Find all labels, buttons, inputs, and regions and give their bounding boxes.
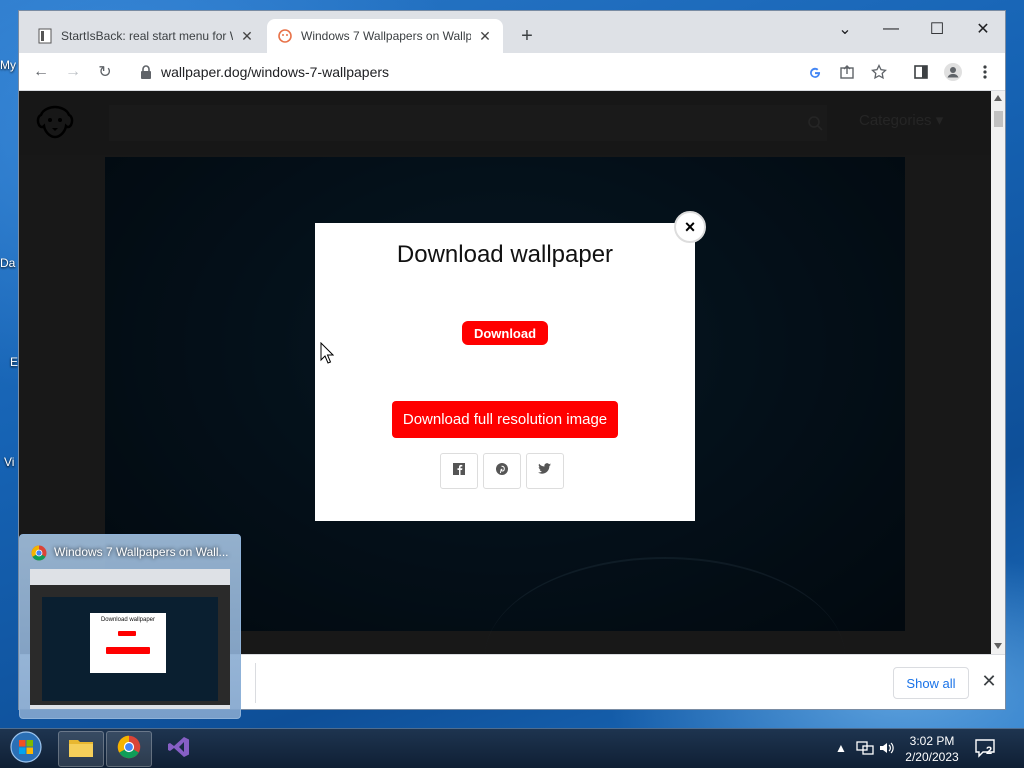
google-icon[interactable] [803, 61, 827, 83]
close-window-button[interactable]: ✕ [960, 15, 1005, 43]
taskbar-file-explorer[interactable] [58, 731, 104, 767]
thumbnail-page: Download wallpaper [30, 585, 230, 705]
maximize-button[interactable]: ☐ [914, 15, 960, 43]
document-icon [37, 28, 53, 44]
dog-icon [277, 28, 293, 44]
desktop-icon-label[interactable]: Da [0, 256, 15, 270]
taskbar: ▲ 3:02 PM 2/20/2023 2 [0, 728, 1024, 768]
lock-icon[interactable] [139, 64, 155, 80]
close-icon[interactable]: ✕ [477, 28, 493, 44]
twitter-icon [538, 462, 552, 480]
desktop-icon-label[interactable]: E [10, 355, 18, 369]
scroll-up-arrow-icon[interactable] [994, 95, 1002, 101]
tab-title: Windows 7 Wallpapers on Wallpaper Dog [301, 29, 471, 43]
network-icon[interactable] [856, 739, 874, 757]
taskbar-chrome[interactable] [106, 731, 152, 767]
new-tab-button[interactable]: + [515, 25, 539, 49]
forward-button[interactable]: → [59, 59, 87, 85]
notification-count: 2 [986, 745, 993, 757]
scroll-down-arrow-icon[interactable] [994, 643, 1002, 649]
divider [255, 663, 256, 703]
chrome-icon [117, 735, 141, 764]
clock-time: 3:02 PM [909, 734, 955, 748]
pinterest-share-button[interactable] [483, 453, 521, 489]
close-download-shelf-button[interactable]: ✕ [979, 671, 999, 691]
chrome-icon [31, 545, 47, 561]
windows-logo-icon [10, 730, 42, 768]
taskbar-visual-studio[interactable] [156, 731, 202, 767]
browser-toolbar: ← → ↻ wallpaper.dog/windows-7-wallpapers [19, 53, 1005, 91]
tab-startisback[interactable]: StartIsBack: real start menu for Windows… [27, 19, 265, 53]
thumbnail-image: Download wallpaper [30, 569, 230, 709]
minimize-button[interactable]: — [868, 15, 914, 43]
show-all-button[interactable]: Show all [893, 667, 969, 699]
volume-icon[interactable] [878, 739, 896, 757]
start-button[interactable] [6, 730, 46, 768]
url-text[interactable]: wallpaper.dog/windows-7-wallpapers [161, 64, 389, 80]
thumbnail-modal: Download wallpaper [90, 613, 166, 673]
tab-strip: StartIsBack: real start menu for Windows… [19, 11, 1005, 53]
tab-title: StartIsBack: real start menu for Windows [61, 29, 233, 43]
show-hidden-icons-button[interactable]: ▲ [832, 739, 850, 757]
mouse-cursor-icon [320, 342, 334, 364]
thumbnail-download-button [118, 631, 136, 636]
twitter-share-button[interactable] [526, 453, 564, 489]
thumbnail-modal-title: Download wallpaper [100, 617, 156, 623]
close-icon[interactable]: ✕ [239, 28, 255, 44]
desktop-icon-label[interactable]: Vi [4, 455, 14, 469]
tab-search-button[interactable]: ⌄ [822, 15, 868, 43]
page-scrollbar[interactable] [991, 91, 1005, 654]
desktop-icon-label[interactable]: My [0, 58, 16, 72]
system-clock[interactable]: 3:02 PM 2/20/2023 [900, 733, 964, 765]
address-bar[interactable]: wallpaper.dog/windows-7-wallpapers [131, 57, 913, 87]
thumbnail-title: Windows 7 Wallpapers on Wall... [54, 545, 229, 559]
menu-icon[interactable] [971, 59, 999, 85]
scroll-thumb[interactable] [994, 111, 1003, 127]
thumbnail-full-resolution-button [106, 647, 150, 654]
clock-date: 2/20/2023 [905, 750, 959, 764]
download-modal: Download wallpaper Download Download ful… [315, 223, 695, 521]
share-icon[interactable] [835, 61, 859, 83]
back-button[interactable]: ← [27, 59, 55, 85]
pinterest-icon [495, 462, 509, 481]
download-full-resolution-button[interactable]: Download full resolution image [392, 401, 618, 438]
notifications-button[interactable]: 2 [974, 737, 1000, 761]
modal-title: Download wallpaper [396, 241, 614, 268]
taskbar-thumbnail-preview[interactable]: Windows 7 Wallpapers on Wall... Download… [19, 534, 241, 719]
visual-studio-icon [167, 735, 191, 764]
modal-close-button[interactable]: × [674, 211, 706, 243]
facebook-icon [452, 462, 466, 481]
facebook-share-button[interactable] [440, 453, 478, 489]
reload-button[interactable]: ↻ [91, 59, 119, 85]
profile-icon[interactable] [939, 59, 967, 85]
folder-icon [68, 736, 94, 763]
download-button[interactable]: Download [462, 321, 548, 345]
side-panel-icon[interactable] [907, 59, 935, 85]
star-icon[interactable] [867, 61, 891, 83]
tab-windows7-wallpapers[interactable]: Windows 7 Wallpapers on Wallpaper Dog ✕ [267, 19, 503, 53]
